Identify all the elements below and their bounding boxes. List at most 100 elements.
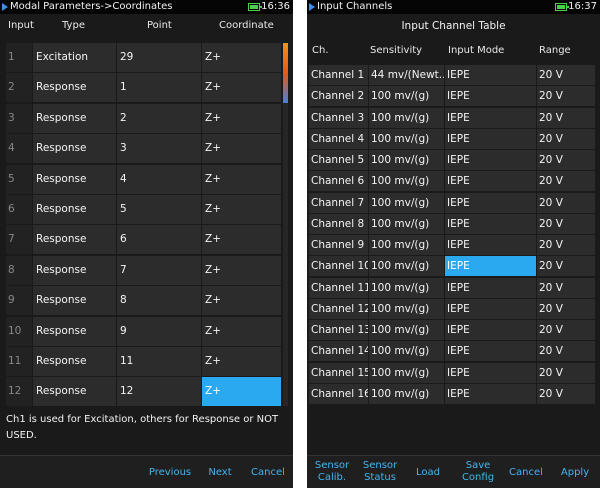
table-row[interactable]: Channel 8 100 mv/(g) IEPE 20 V xyxy=(309,213,595,235)
table-row[interactable]: 11 Response 11 Z+ xyxy=(6,347,281,377)
coordinate-cell[interactable]: Z+ xyxy=(202,286,281,316)
table-row[interactable]: Channel 16 100 mv/(g) IEPE 20 V xyxy=(309,383,595,405)
cancel-button[interactable]: Cancel xyxy=(505,456,547,488)
range-cell[interactable]: 20 V xyxy=(537,362,595,383)
table-row[interactable]: Channel 9 100 mv/(g) IEPE 20 V xyxy=(309,235,595,256)
coordinate-cell[interactable]: Z+ xyxy=(202,43,281,72)
type-cell[interactable]: Response xyxy=(33,255,116,285)
input-mode-cell[interactable]: IEPE xyxy=(445,128,536,149)
next-button[interactable]: Next xyxy=(199,456,241,488)
sensor-status-button[interactable]: Sensor Status xyxy=(358,456,402,488)
point-cell[interactable]: 4 xyxy=(117,164,201,194)
save-config-button[interactable]: Save Config xyxy=(455,456,501,488)
table-row[interactable]: 12 Response 12 Z+ xyxy=(6,377,281,407)
type-cell[interactable]: Response xyxy=(33,286,116,316)
input-mode-cell[interactable]: IEPE xyxy=(445,86,536,107)
input-mode-cell[interactable]: IEPE xyxy=(445,235,536,255)
sensitivity-cell[interactable]: 100 mv/(g) xyxy=(369,213,444,234)
table-row[interactable]: 5 Response 4 Z+ xyxy=(6,164,281,195)
apply-button[interactable]: Apply xyxy=(553,456,597,488)
table-row[interactable]: 7 Response 6 Z+ xyxy=(6,225,281,255)
sensitivity-cell[interactable]: 100 mv/(g) xyxy=(369,320,444,340)
table-row[interactable]: 3 Response 2 Z+ xyxy=(6,103,281,134)
point-cell[interactable]: 2 xyxy=(117,103,201,133)
coordinate-cell[interactable]: Z+ xyxy=(202,255,281,285)
type-cell[interactable]: Response xyxy=(33,195,116,224)
range-cell[interactable]: 20 V xyxy=(537,383,595,404)
range-cell[interactable]: 20 V xyxy=(537,128,595,149)
type-cell[interactable]: Response xyxy=(33,164,116,194)
type-cell[interactable]: Response xyxy=(33,73,116,103)
input-mode-cell[interactable]: IEPE xyxy=(445,213,536,234)
table-row[interactable]: Channel 3 100 mv/(g) IEPE 20 V xyxy=(309,107,595,129)
coordinate-cell[interactable]: Z+ xyxy=(202,134,281,164)
previous-button[interactable]: Previous xyxy=(145,456,195,488)
input-mode-cell[interactable]: IEPE xyxy=(445,171,536,192)
type-cell[interactable]: Response xyxy=(33,225,116,255)
input-mode-cell[interactable]: IEPE xyxy=(445,192,536,213)
point-cell[interactable]: 29 xyxy=(117,43,201,72)
sensitivity-cell[interactable]: 100 mv/(g) xyxy=(369,150,444,170)
input-mode-cell[interactable]: IEPE xyxy=(445,320,536,340)
coordinate-cell[interactable]: Z+ xyxy=(202,103,281,133)
coordinate-cell[interactable]: Z+ xyxy=(202,347,281,376)
table-row[interactable]: Channel 15 100 mv/(g) IEPE 20 V xyxy=(309,362,595,384)
sensitivity-cell[interactable]: 100 mv/(g) xyxy=(369,171,444,192)
table-row[interactable]: Channel 1 44 mv/(Newt... IEPE 20 V xyxy=(309,65,595,86)
range-cell[interactable]: 20 V xyxy=(537,298,595,319)
type-cell[interactable]: Response xyxy=(33,316,116,346)
table-row[interactable]: Channel 2 100 mv/(g) IEPE 20 V xyxy=(309,86,595,107)
table-row[interactable]: 8 Response 7 Z+ xyxy=(6,255,281,286)
sensitivity-cell[interactable]: 100 mv/(g) xyxy=(369,277,444,298)
type-cell[interactable]: Excitation xyxy=(33,43,116,72)
table-row[interactable]: Channel 14 100 mv/(g) IEPE 20 V xyxy=(309,341,595,362)
input-mode-cell[interactable]: IEPE xyxy=(445,150,536,170)
point-cell[interactable]: 8 xyxy=(117,286,201,316)
range-cell[interactable]: 20 V xyxy=(537,86,595,107)
range-cell[interactable]: 20 V xyxy=(537,320,595,340)
input-mode-cell[interactable]: IEPE xyxy=(445,256,536,277)
table-row[interactable]: Channel 6 100 mv/(g) IEPE 20 V xyxy=(309,171,595,192)
table-row[interactable]: 4 Response 3 Z+ xyxy=(6,134,281,164)
type-cell[interactable]: Response xyxy=(33,103,116,133)
cancel-button[interactable]: Cancel xyxy=(245,456,291,488)
point-cell[interactable]: 6 xyxy=(117,225,201,255)
sensitivity-cell[interactable]: 100 mv/(g) xyxy=(369,128,444,149)
point-cell[interactable]: 12 xyxy=(117,377,201,407)
coordinate-cell[interactable]: Z+ xyxy=(202,195,281,224)
table-row[interactable]: Channel 12 100 mv/(g) IEPE 20 V xyxy=(309,298,595,320)
table-row[interactable]: Channel 10 100 mv/(g) IEPE 20 V xyxy=(309,256,595,277)
range-cell[interactable]: 20 V xyxy=(537,277,595,298)
input-mode-cell[interactable]: IEPE xyxy=(445,362,536,383)
table-row[interactable]: Channel 13 100 mv/(g) IEPE 20 V xyxy=(309,320,595,341)
range-cell[interactable]: 20 V xyxy=(537,107,595,128)
load-button[interactable]: Load xyxy=(408,456,448,488)
point-cell[interactable]: 7 xyxy=(117,255,201,285)
range-cell[interactable]: 20 V xyxy=(537,256,595,277)
table-row[interactable]: 1 Excitation 29 Z+ xyxy=(6,43,281,73)
table-row[interactable]: Channel 5 100 mv/(g) IEPE 20 V xyxy=(309,150,595,171)
range-cell[interactable]: 20 V xyxy=(537,171,595,192)
coordinate-cell[interactable]: Z+ xyxy=(202,316,281,346)
table-row[interactable]: 2 Response 1 Z+ xyxy=(6,73,281,103)
input-mode-cell[interactable]: IEPE xyxy=(445,277,536,298)
input-mode-cell[interactable]: IEPE xyxy=(445,65,536,85)
coordinate-cell[interactable]: Z+ xyxy=(202,225,281,255)
type-cell[interactable]: Response xyxy=(33,134,116,164)
menu-triangle-icon[interactable] xyxy=(2,3,8,11)
scrollbar[interactable] xyxy=(283,43,288,406)
point-cell[interactable]: 3 xyxy=(117,134,201,164)
input-mode-cell[interactable]: IEPE xyxy=(445,341,536,362)
point-cell[interactable]: 11 xyxy=(117,347,201,376)
coordinate-cell[interactable]: Z+ xyxy=(202,164,281,194)
range-cell[interactable]: 20 V xyxy=(537,213,595,234)
sensitivity-cell[interactable]: 100 mv/(g) xyxy=(369,86,444,107)
scrollbar-thumb[interactable] xyxy=(283,43,288,103)
sensitivity-cell[interactable]: 100 mv/(g) xyxy=(369,362,444,383)
input-mode-cell[interactable]: IEPE xyxy=(445,383,536,404)
sensitivity-cell[interactable]: 100 mv/(g) xyxy=(369,235,444,255)
type-cell[interactable]: Response xyxy=(33,377,116,407)
range-cell[interactable]: 20 V xyxy=(537,192,595,213)
sensitivity-cell[interactable]: 100 mv/(g) xyxy=(369,107,444,128)
sensitivity-cell[interactable]: 100 mv/(g) xyxy=(369,383,444,404)
